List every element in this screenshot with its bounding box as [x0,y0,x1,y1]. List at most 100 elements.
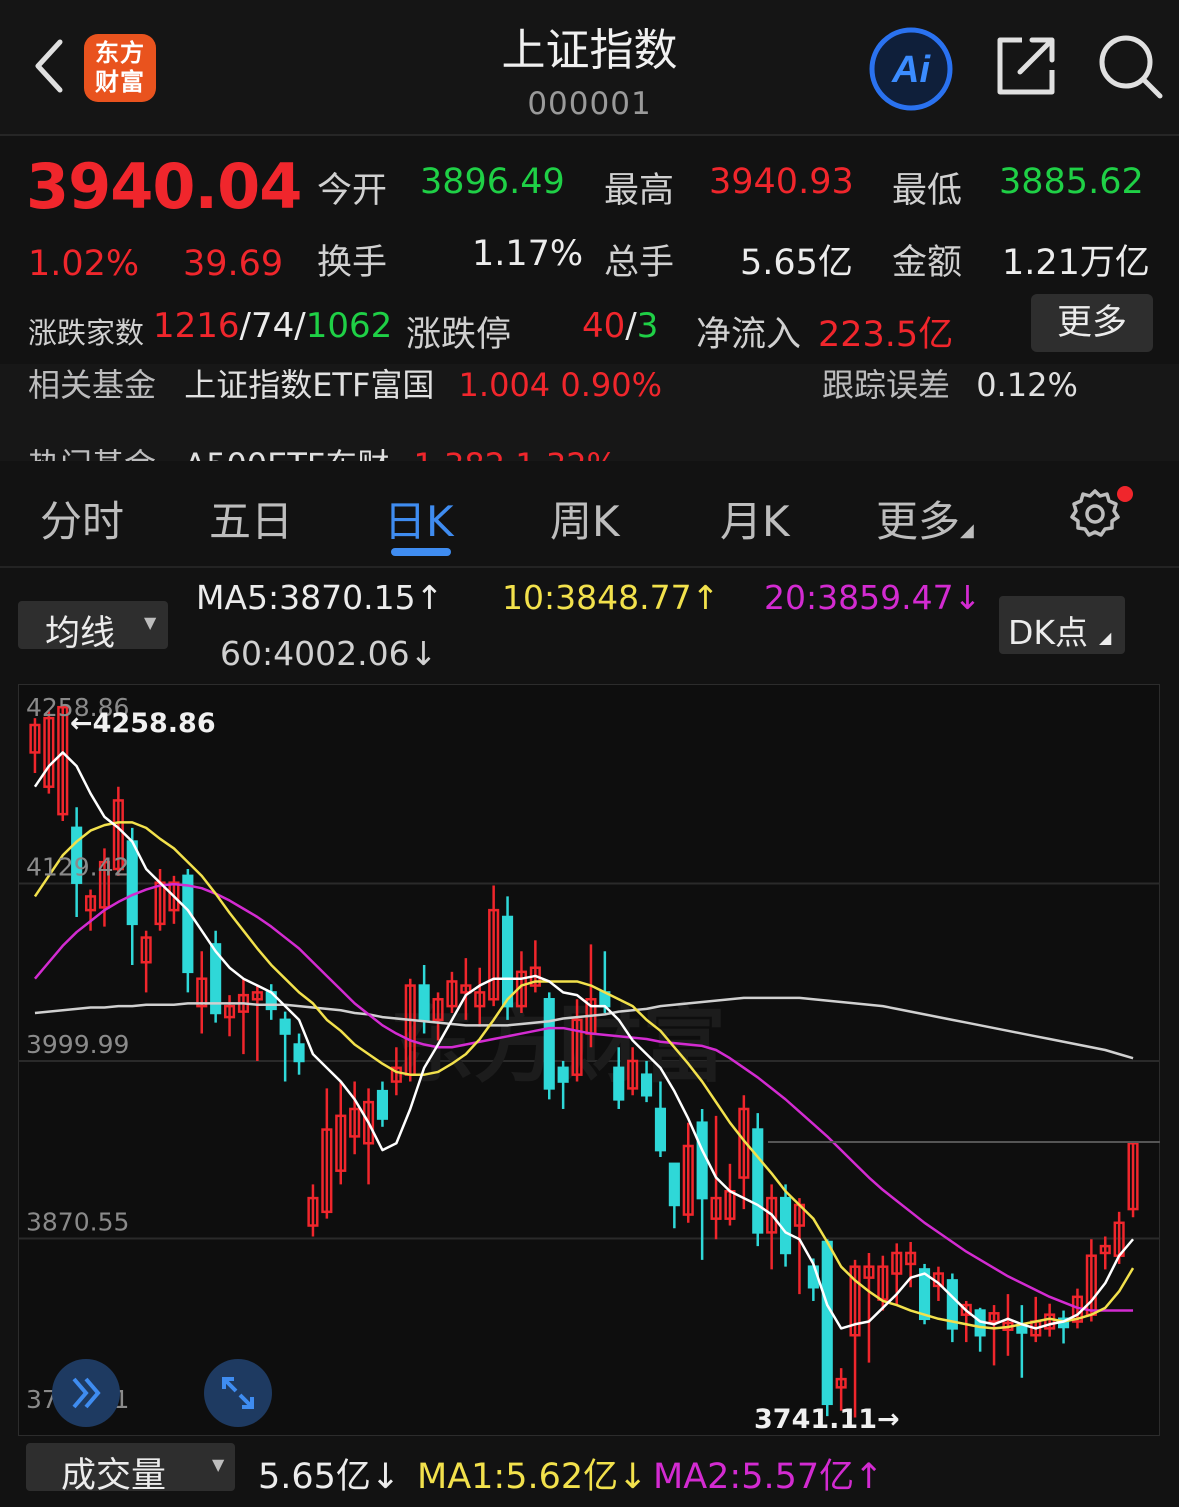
candle-body [613,1066,625,1101]
expand-left-button[interactable] [52,1359,120,1427]
chevron-down-icon: ▼ [144,613,157,632]
tab-weekly-k[interactable]: 周K [550,488,620,549]
limit-down-count: 3 [636,306,659,346]
hot-fund-row[interactable]: 热门基金 A500ETF东财 1.382 1.32% [28,440,617,461]
volume-label: 总手 [604,243,675,283]
candle-body [543,998,555,1090]
low-label: 最低 [892,171,963,211]
max-price-label: ←4258.86 [70,708,216,739]
dropdown-triangle-icon: ◢ [960,520,974,541]
volume-ma2: MA2:5.57亿↑ [653,1457,884,1497]
tab-more[interactable]: 更多◢ [876,488,974,549]
expand-icon [222,1377,254,1409]
tracking-error: 跟踪误差 0.12% [822,364,1078,406]
chevron-down-icon: ▼ [212,1455,225,1474]
candle-body [752,1128,764,1234]
down-count: 1062 [305,306,393,346]
search-icon[interactable] [1096,32,1164,100]
candle-body [182,874,194,974]
candle-body [557,1066,569,1083]
tab-monthly-k[interactable]: 月K [720,488,790,549]
related-fund-row[interactable]: 相关基金 上证指数ETF富国 1.004 0.90% [28,364,662,406]
volume-value: 5.65亿↓ [258,1457,401,1497]
low-value: 3885.62 [999,162,1144,202]
related-fund-values: 1.004 0.90% [458,366,662,404]
ma10-value: 10:3848.77↑ [502,578,720,617]
ma5-value: MA5:3870.15↑ [196,578,444,617]
dk-point-button[interactable]: DK点 ◢ [999,596,1125,654]
candle-body [501,915,514,1008]
more-button[interactable]: 更多 [1031,294,1153,352]
candle-body [640,1073,653,1097]
dropdown-triangle-icon: ◢ [1099,628,1112,647]
gear-icon[interactable] [1068,487,1122,541]
slash: / [625,306,637,346]
tab-intraday[interactable]: 分时 [40,488,124,549]
netflow-value: 223.5亿 [818,315,954,355]
tab-daily-k[interactable]: 日K [384,488,454,549]
open-value: 3896.49 [420,162,565,202]
tab-more-label: 更多 [876,497,961,546]
y-tick-label: 4129.42 [26,853,129,882]
change-value: 39.69 [183,244,284,284]
current-price: 3940.04 [26,150,302,223]
ai-label: Ai [891,49,931,91]
flat-count: 74 [251,306,295,346]
fullscreen-button[interactable] [204,1359,272,1427]
candle-body [821,1240,833,1406]
limit-values: 40/3 [582,306,658,346]
ma-dropdown-label: 均线 [45,614,116,654]
netflow-label: 净流入 [696,315,802,355]
period-tabs: 分时 五日 日K 周K 月K 更多◢ [0,462,1179,568]
candle-body [279,1018,291,1035]
ma-dropdown[interactable]: 均线 ▼ [18,601,168,654]
candle-body [376,1089,389,1120]
up-count: 1216 [153,306,240,346]
volume-ma1: MA1:5.62亿↓ [417,1457,648,1497]
header: 东方 财富 上证指数 000001 Ai [0,0,1179,136]
ma20-value: 20:3859.47↓ [764,578,982,617]
ma60-value: 60:4002.06↓ [220,634,438,673]
active-tab-indicator [391,548,451,556]
amount-value: 1.21万亿 [1002,243,1150,283]
limit-label: 涨跌停 [406,315,512,355]
turnover-value: 1.17% [472,234,584,274]
limit-up-count: 40 [582,306,626,346]
breadth-values: 1216/74/1062 [153,306,392,346]
ai-icon[interactable]: Ai [868,26,954,112]
hot-fund-name: A500ETF东财 [184,446,389,461]
change-percent: 1.02% [28,244,140,284]
y-tick-label: 3870.55 [26,1207,129,1236]
tracking-error-label: 跟踪误差 [822,366,951,404]
tracking-error-value: 0.12% [976,366,1078,404]
amount-label: 金额 [892,243,963,283]
candle-body [293,1043,305,1063]
volume-value: 5.65亿 [740,243,853,283]
high-label: 最高 [604,171,675,211]
dk-point-label: DK点 [1008,613,1089,652]
hot-fund-values: 1.382 1.32% [414,446,617,461]
share-icon[interactable] [994,34,1058,98]
fund-strip[interactable]: 相关基金 上证指数ETF富国 1.004 0.90% 跟踪误差 0.12% 热门… [0,364,1179,461]
open-label: 今开 [317,171,388,211]
volume-dropdown-label: 成交量 [61,1456,167,1496]
high-value: 3940.93 [709,162,854,202]
turnover-label: 换手 [317,243,388,283]
double-chevron-icon [72,1377,101,1409]
candle-body [668,1162,680,1207]
candle-body [654,1107,667,1152]
candle-body [779,1196,792,1255]
candle-body [696,1121,708,1200]
candle-body [1016,1325,1028,1334]
related-fund-label: 相关基金 [28,366,157,404]
slash: / [294,306,306,346]
related-fund-name: 上证指数ETF富国 [184,366,435,404]
notification-dot [1117,486,1133,502]
y-tick-label: 3999.99 [26,1030,129,1059]
min-price-label: 3741.11→ [754,1404,900,1435]
tab-five-day[interactable]: 五日 [209,488,293,549]
slash: / [239,306,251,346]
volume-dropdown[interactable]: 成交量 ▼ [26,1443,235,1496]
breadth-label: 涨跌家数 [28,316,145,350]
kline-chart[interactable]: 东方财富 4258.864129.423999.993870.553741.11… [18,684,1160,1436]
